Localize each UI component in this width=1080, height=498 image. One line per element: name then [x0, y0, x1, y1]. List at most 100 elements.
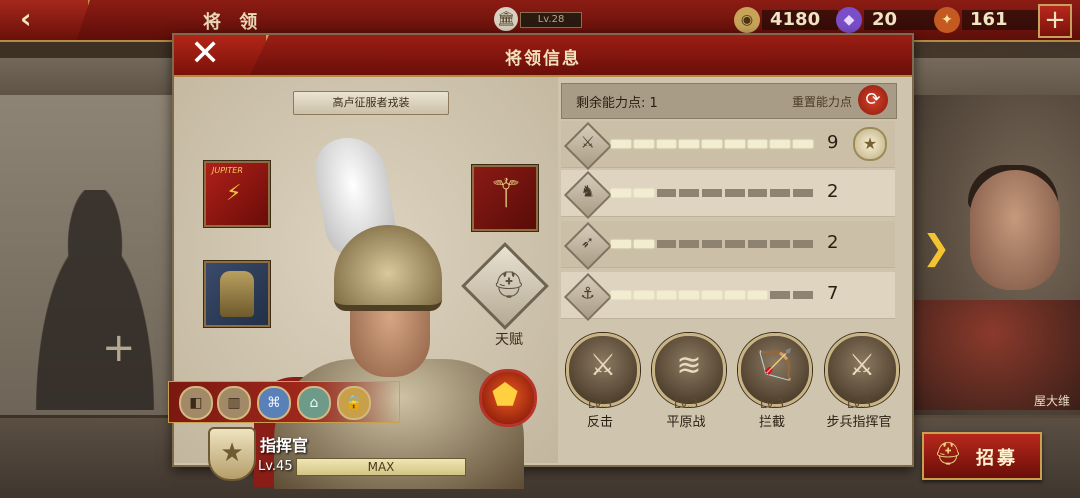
bow-icon: ➶	[563, 221, 613, 271]
close-icon: ✕	[190, 33, 221, 74]
general-portrait-area: 高卢征服者戎装 ⛑ 天赋 ⬟ ◧ ▥ ⌘ ⌂ 🔒 ★ 指挥官 Lv.45 MAX	[168, 77, 558, 489]
attribute-segment	[747, 189, 768, 197]
attribute-segment	[611, 189, 631, 197]
skill-name: 反击	[586, 415, 613, 430]
attribute-segment	[724, 291, 745, 299]
spqr-value: 161	[962, 10, 1038, 30]
attribute-segment	[679, 240, 700, 248]
add-resource-button[interactable]: +	[1038, 4, 1072, 38]
attribute-segment	[679, 189, 700, 197]
right-general-portrait	[970, 170, 1060, 290]
attribute-segment	[633, 140, 654, 148]
back-button[interactable]: ‹	[0, 0, 90, 40]
attribute-segment	[724, 189, 745, 197]
add-general-icon[interactable]: +	[102, 328, 136, 368]
locked-general-silhouette	[20, 190, 170, 410]
pentagon-gem-icon: ⬟	[492, 378, 519, 413]
skill-plains[interactable]: ≋	[652, 333, 726, 407]
skill-intercept[interactable]: 🏹	[738, 333, 812, 407]
skill-level: Lv.3	[846, 397, 872, 411]
attribute-segment	[656, 240, 677, 248]
attribute-segment	[747, 140, 768, 148]
talent-label: 天赋	[495, 332, 523, 348]
general-info-dialog: 将领信息 ✕ 高卢征服者戎装 ⛑ 天赋 ⬟ ◧ ▥ ⌘ ⌂ 🔒 ★ 指挥官 Lv…	[168, 33, 914, 489]
lock-icon[interactable]: 🔒	[337, 386, 371, 420]
attribute-row-infantry[interactable]: ⚔ 9 ★	[561, 121, 895, 171]
ability-points-header: 剩余能力点: 1 重置能力点 ⟳	[561, 83, 897, 119]
attribute-bar	[611, 291, 814, 299]
attribute-segment	[656, 291, 677, 299]
attribute-bar	[611, 140, 814, 148]
tower-icon[interactable]: ⌂	[297, 386, 331, 420]
attribute-segment	[793, 240, 814, 248]
attribute-row-archery[interactable]: ➶ 2	[561, 221, 895, 271]
commander-level: Lv.45	[258, 459, 293, 474]
equipment-banner-slot[interactable]	[204, 161, 270, 227]
attribute-segment	[702, 140, 722, 148]
attribute-segment	[770, 140, 791, 148]
attribute-value: 2	[827, 232, 839, 253]
attribute-row-cavalry[interactable]: ♞ 2	[561, 170, 895, 220]
attribute-value: 2	[827, 181, 839, 202]
formation-strip: ◧ ▥ ⌘ ⌂ 🔒	[168, 381, 400, 423]
back-arrow-icon: ‹	[20, 2, 32, 35]
attribute-segment	[724, 240, 745, 248]
anchor-icon: ⚓	[563, 272, 613, 322]
equipment-armor-slot[interactable]	[204, 261, 270, 327]
recruit-button[interactable]: ⛑ 招募	[922, 432, 1042, 480]
skill-name: 拦截	[758, 415, 785, 430]
skill-infantry-commander[interactable]: ⚔	[825, 333, 899, 407]
attribute-segment	[633, 291, 654, 299]
helmet-icon: ⛑	[492, 270, 526, 301]
attribute-segment	[679, 140, 700, 148]
reset-points-button[interactable]: ⟳	[858, 85, 888, 115]
attribute-segment	[770, 240, 791, 248]
page-title: 将 领	[203, 12, 264, 33]
sword-icon: ⚔	[563, 121, 613, 171]
skill-level: Lv.3	[587, 397, 613, 411]
attribute-segment	[656, 140, 677, 148]
attribute-segment	[679, 291, 700, 299]
outfit-label[interactable]: 高卢征服者戎装	[293, 91, 449, 115]
attribute-segment	[633, 189, 654, 197]
remaining-points: 剩余能力点: 1	[576, 96, 658, 111]
plains-icon: ≋	[676, 348, 702, 383]
counterattack-icon: ⚔	[589, 348, 617, 383]
recruit-label: 招募	[976, 448, 1018, 469]
attribute-segment	[770, 291, 791, 299]
formation-icon[interactable]: ⌘	[257, 386, 291, 420]
star-medal-icon: ★	[853, 127, 887, 161]
attribute-segment	[633, 240, 654, 248]
helmet-icon: ⛑	[934, 442, 962, 467]
attribute-row-navy[interactable]: ⚓ 7	[561, 272, 895, 322]
dialog-header: 将领信息 ✕	[174, 35, 912, 77]
skill-level: Lv.3	[673, 397, 699, 411]
coin-value: 4180	[762, 10, 838, 30]
eagle-icon: ✦	[934, 7, 960, 33]
skill-counterattack[interactable]: ⚔	[566, 333, 640, 407]
fortress-icon[interactable]: ▥	[217, 386, 251, 420]
attribute-segment	[702, 291, 722, 299]
right-general-name: 屋大维	[1033, 394, 1070, 408]
skill-name: 平原战	[666, 415, 706, 430]
attribute-value: 9	[827, 132, 839, 153]
attribute-value: 7	[827, 283, 839, 304]
skill-level: Lv.3	[759, 397, 785, 411]
attribute-segment	[656, 189, 677, 197]
attribute-segment	[611, 291, 631, 299]
equipment-caduceus-slot[interactable]	[472, 165, 538, 231]
next-general-arrow-icon[interactable]: ❯	[922, 228, 951, 268]
close-button[interactable]: ✕	[174, 35, 269, 75]
attribute-segment	[724, 140, 745, 148]
gem-button[interactable]: ⬟	[479, 369, 537, 427]
commander-name: 指挥官	[260, 436, 309, 455]
attribute-segment	[793, 140, 814, 148]
city-level-value: Lv.28	[520, 12, 582, 28]
shield-icon[interactable]: ◧	[179, 386, 213, 420]
attribute-segment	[702, 189, 722, 197]
temple-icon: 🏛	[494, 7, 518, 31]
attribute-bar	[611, 240, 814, 248]
experience-bar: MAX	[296, 458, 466, 476]
attribute-segment	[747, 240, 768, 248]
horse-icon: ♞	[563, 170, 613, 220]
